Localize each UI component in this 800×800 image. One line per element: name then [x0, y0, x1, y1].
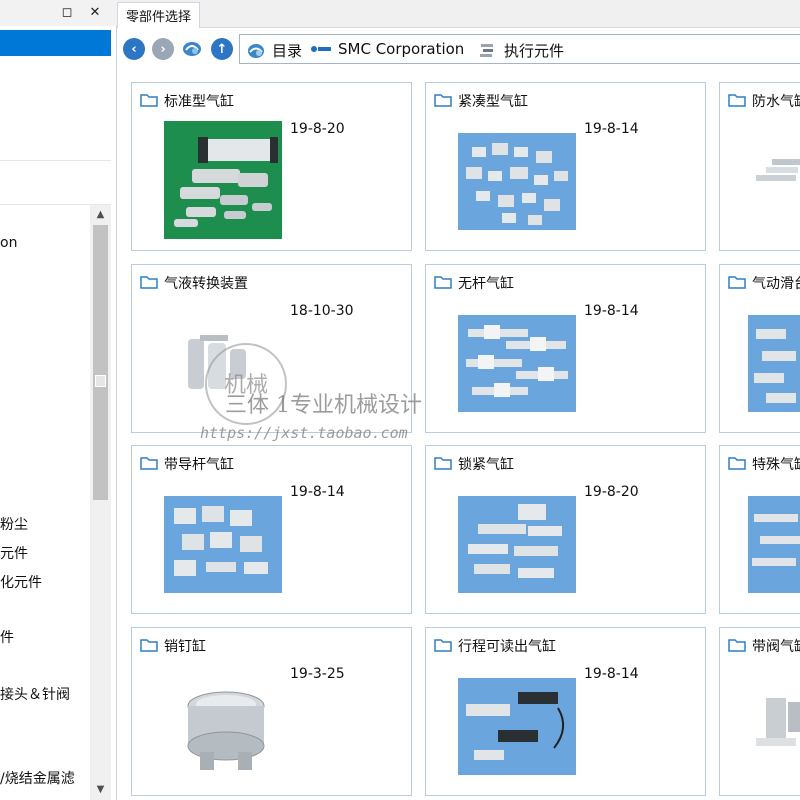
folder-icon	[140, 94, 158, 107]
folder-icon	[434, 94, 452, 107]
product-thumbnail	[748, 496, 800, 593]
forward-icon[interactable]: ›	[152, 38, 174, 60]
breadcrumb-item[interactable]: SMC Corporation	[310, 40, 464, 58]
card-gas-liquid-converter[interactable]: 气液转换装置 18-10-30	[131, 264, 412, 433]
card-date: 18-10-30	[290, 303, 354, 319]
up-level-icon[interactable]: ↑	[211, 38, 233, 60]
close-icon[interactable]: ✕	[86, 3, 104, 21]
card-title: 带导杆气缸	[164, 457, 234, 473]
scrollbar-thumb[interactable]	[93, 225, 108, 500]
scroll-down-icon[interactable]: ▼	[90, 780, 111, 798]
card-title: 气动滑台	[752, 276, 800, 292]
card-date: 19-8-14	[584, 121, 639, 137]
tab-part-selection[interactable]: 零部件选择	[117, 2, 201, 28]
back-icon[interactable]: ‹	[123, 38, 145, 60]
card-stroke-reading-cylinder[interactable]: 行程可读出气缸 19-8-14	[425, 627, 706, 796]
folder-icon	[728, 94, 746, 107]
product-thumbnail	[458, 133, 576, 230]
product-thumbnail	[458, 678, 576, 775]
card-locking-cylinder[interactable]: 锁紧气缸 19-8-20	[425, 445, 706, 614]
refresh-icon[interactable]	[181, 38, 203, 60]
tree-item[interactable]: 元件	[0, 543, 28, 563]
folder-icon	[434, 639, 452, 652]
breadcrumb-label: 执行元件	[504, 42, 565, 60]
card-date: 19-8-20	[290, 121, 345, 137]
card-title: 标准型气缸	[164, 94, 234, 110]
breadcrumb-label: 目录	[272, 42, 303, 60]
folder-icon	[728, 276, 746, 289]
card-guided-cylinder[interactable]: 带导杆气缸 19-8-14	[131, 445, 412, 614]
restore-icon[interactable]: ◻	[58, 3, 76, 21]
card-title: 销钉缸	[164, 639, 206, 655]
card-compact-cylinder[interactable]: 紧凑型气缸 19-8-14	[425, 82, 706, 251]
breadcrumb-item[interactable]: 执行元件	[478, 40, 564, 61]
card-date: 19-8-14	[584, 666, 639, 682]
product-thumbnail	[182, 333, 262, 399]
folder-icon	[728, 457, 746, 470]
product-thumbnail	[458, 315, 576, 412]
card-title: 特殊气缸	[752, 457, 800, 473]
tree-item[interactable]: 粉尘	[0, 514, 28, 534]
app-window: ◻ ✕ on 粉尘 元件 化元件 件 接头＆针阀 /烧结金属滤 ▲ ▼ 零部件选…	[0, 0, 800, 800]
left-tree-panel: ◻ ✕ on 粉尘 元件 化元件 件 接头＆针阀 /烧结金属滤 ▲ ▼	[0, 0, 117, 800]
product-thumbnail	[748, 315, 800, 412]
tree-scrollbar[interactable]: ▲ ▼	[90, 205, 111, 800]
card-title: 无杆气缸	[458, 276, 514, 292]
scroll-up-icon[interactable]: ▲	[90, 205, 111, 223]
folder-icon	[728, 639, 746, 652]
actuator-icon	[480, 43, 493, 57]
product-thumbnail	[164, 496, 282, 593]
tree-divider	[0, 160, 111, 161]
folder-icon	[434, 276, 452, 289]
product-thumbnail	[750, 692, 800, 762]
card-pin-cylinder[interactable]: 销钉缸 19-3-25	[131, 627, 412, 796]
tree-item[interactable]: 接头＆针阀	[0, 684, 70, 704]
folder-icon	[140, 639, 158, 652]
card-title: 气液转换装置	[164, 276, 248, 292]
scroll-grip-icon	[95, 375, 106, 387]
address-bar[interactable]: 目录 SMC Corporation 执行元件	[239, 34, 800, 64]
card-title: 紧凑型气缸	[458, 94, 528, 110]
card-standard-cylinder[interactable]: 标准型气缸 19-8-20	[131, 82, 412, 251]
part-grid: 标准型气缸 19-8-20 紧凑型气缸 19-8-14 防水气 气液转换装置 1…	[117, 70, 800, 800]
card-waterproof-cylinder[interactable]: 防水气缸	[719, 82, 800, 251]
card-date: 19-3-25	[290, 666, 345, 682]
product-thumbnail	[752, 153, 800, 193]
card-date: 19-8-20	[584, 484, 639, 500]
folder-icon	[434, 457, 452, 470]
card-title: 锁紧气缸	[458, 457, 514, 473]
folder-icon	[140, 276, 158, 289]
card-special-cylinder[interactable]: 特殊气缸	[719, 445, 800, 614]
tree-selected-row[interactable]	[0, 30, 111, 56]
left-panel-header: ◻ ✕	[0, 0, 117, 26]
card-pneumatic-slide[interactable]: 气动滑台	[719, 264, 800, 433]
tree-item[interactable]: 件	[0, 627, 14, 647]
card-title: 行程可读出气缸	[458, 639, 556, 655]
folder-icon	[140, 457, 158, 470]
catalog-icon	[248, 43, 264, 58]
product-thumbnail	[164, 121, 282, 239]
breadcrumb-item[interactable]: 目录	[246, 40, 302, 61]
card-valve-cylinder[interactable]: 带阀气缸	[719, 627, 800, 796]
breadcrumb-label: SMC Corporation	[338, 40, 465, 58]
tree-item[interactable]: /烧结金属滤	[0, 768, 90, 788]
product-thumbnail	[458, 496, 576, 593]
smc-logo-icon	[311, 46, 331, 52]
tree-item[interactable]: 化元件	[0, 572, 42, 592]
tab-strip: 零部件选择	[117, 0, 800, 28]
tree-item[interactable]: on	[0, 235, 17, 251]
card-date: 19-8-14	[584, 303, 639, 319]
card-rodless-cylinder[interactable]: 无杆气缸 19-8-14	[425, 264, 706, 433]
navigation-toolbar: ‹ › ↑ 目录 SMC Corporation 执行元件	[117, 28, 800, 70]
card-title: 防水气缸	[752, 94, 800, 110]
card-date: 19-8-14	[290, 484, 345, 500]
product-thumbnail	[180, 686, 272, 792]
card-title: 带阀气缸	[752, 639, 800, 655]
